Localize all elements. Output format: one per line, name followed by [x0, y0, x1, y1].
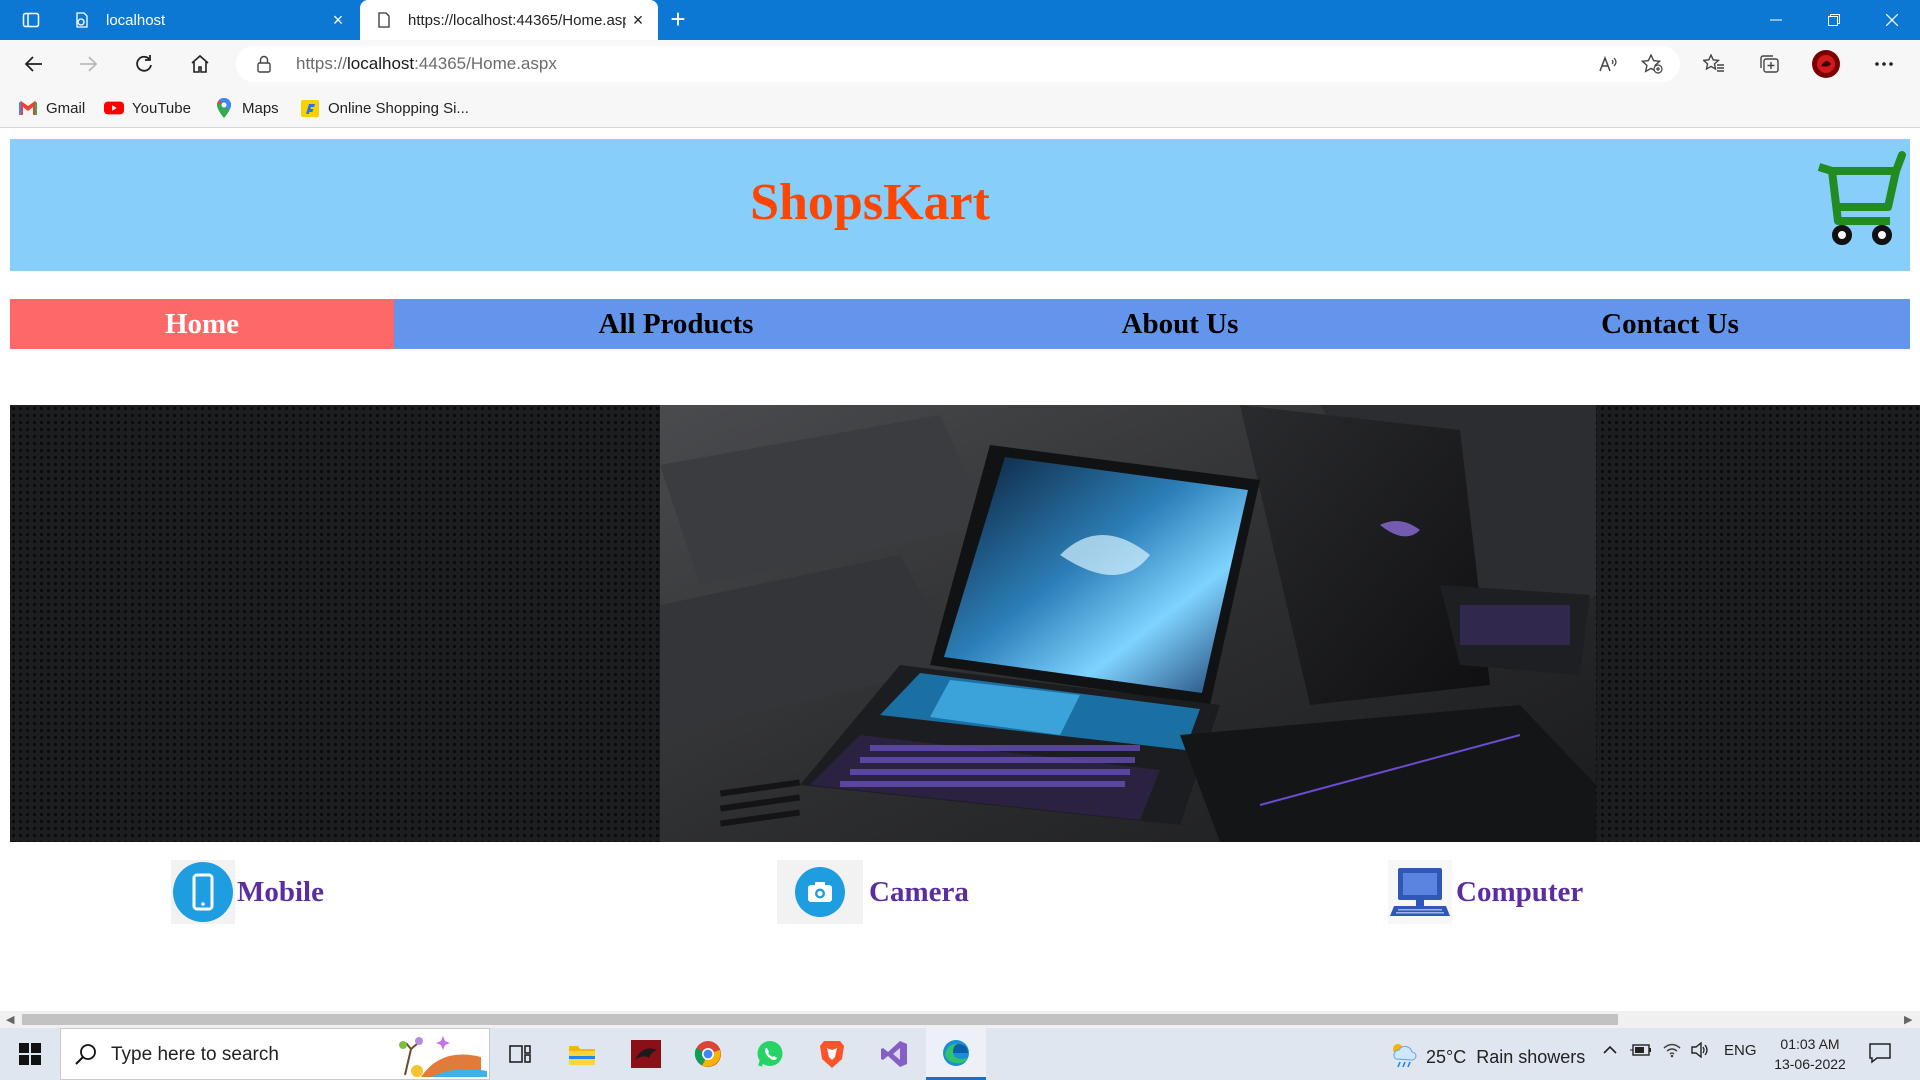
nav-item-all-products[interactable]: All Products — [394, 299, 958, 349]
maps-icon — [214, 98, 234, 118]
site-brand-title: ShopsKart — [750, 174, 990, 231]
category-computer[interactable]: Computer — [1388, 859, 1583, 925]
minimize-icon[interactable] — [1748, 0, 1804, 40]
restore-icon[interactable] — [1806, 0, 1862, 40]
browser-tab-localhost[interactable]: localhost × — [58, 0, 358, 40]
category-label: Camera — [869, 875, 969, 908]
page-favicon-icon — [376, 12, 392, 28]
bookmarks-bar: Gmail YouTube Maps Online Shopping Si... — [0, 88, 1920, 128]
speaker-icon[interactable] — [1690, 1041, 1710, 1062]
bookmark-youtube[interactable]: YouTube — [104, 96, 191, 120]
tab-actions-icon[interactable] — [14, 8, 48, 32]
brave-icon[interactable] — [802, 1028, 862, 1080]
scroll-left-icon[interactable]: ◀ — [6, 1013, 14, 1026]
close-window-icon[interactable] — [1864, 0, 1920, 40]
notifications-icon[interactable] — [1868, 1042, 1892, 1069]
scrollbar-thumb[interactable] — [22, 1014, 1618, 1025]
edge-icon[interactable] — [926, 1028, 986, 1080]
search-icon — [75, 1043, 97, 1070]
search-highlight-illustration — [391, 1031, 487, 1080]
lock-icon[interactable] — [256, 55, 272, 78]
wifi-icon[interactable] — [1662, 1042, 1682, 1062]
add-favorite-icon[interactable] — [1634, 48, 1670, 80]
bookmark-online-shopping[interactable]: Online Shopping Si... — [300, 96, 469, 120]
category-camera[interactable]: Camera — [777, 859, 969, 925]
whatsapp-icon[interactable] — [740, 1028, 800, 1080]
chevron-up-icon[interactable] — [1602, 1042, 1618, 1062]
refresh-icon[interactable] — [126, 48, 162, 80]
close-tab-icon[interactable]: × — [326, 8, 350, 32]
home-icon[interactable] — [182, 48, 218, 80]
collections-icon[interactable] — [1752, 48, 1788, 80]
youtube-icon — [104, 98, 124, 118]
camera-icon — [777, 860, 863, 924]
rain-cloud-icon — [1390, 1042, 1418, 1073]
shopping-cart-icon[interactable] — [1816, 149, 1906, 254]
browser-toolbar: https://localhost:44365/Home.aspx — [0, 40, 1920, 88]
favorites-icon[interactable] — [1696, 48, 1732, 80]
visual-studio-icon[interactable] — [864, 1028, 924, 1080]
mobile-icon — [171, 860, 235, 924]
weather-widget[interactable]: 25°C Rain showers — [1390, 1042, 1585, 1073]
horizontal-scrollbar[interactable]: ◀ ▶ — [0, 1011, 1920, 1028]
category-mobile[interactable]: Mobile — [171, 859, 324, 925]
bookmark-maps[interactable]: Maps — [214, 96, 279, 120]
url-text: https://localhost:44365/Home.aspx — [296, 54, 557, 73]
chrome-icon[interactable] — [678, 1028, 738, 1080]
category-strip: Mobile Camera Computer — [0, 859, 1920, 939]
browser-tab-home[interactable]: https://localhost:44365/Home.aspx × — [360, 0, 658, 40]
clock-time: 01:03 AM — [1780, 1036, 1840, 1052]
page-favicon-icon — [74, 12, 90, 28]
category-label: Mobile — [237, 875, 324, 908]
scroll-right-icon[interactable]: ▶ — [1904, 1013, 1912, 1026]
flipkart-icon — [300, 98, 320, 118]
nav-item-about-us[interactable]: About Us — [960, 299, 1400, 349]
tab-title: https://localhost:44365/Home.aspx — [408, 11, 626, 29]
new-tab-button[interactable]: + — [664, 6, 692, 34]
back-arrow-icon[interactable] — [16, 48, 52, 80]
read-aloud-icon[interactable] — [1590, 48, 1626, 80]
app-icon-game[interactable] — [616, 1028, 676, 1080]
site-header: ShopsKart — [10, 139, 1910, 271]
system-clock[interactable]: 01:03 AM 13-06-2022 — [1760, 1034, 1860, 1074]
file-explorer-icon[interactable] — [552, 1028, 612, 1080]
tab-title: localhost — [106, 11, 166, 29]
forward-arrow-icon[interactable] — [70, 48, 106, 80]
category-label: Computer — [1456, 875, 1584, 908]
weather-temp: 25°C — [1426, 1047, 1467, 1067]
close-tab-icon[interactable]: × — [626, 8, 650, 32]
bookmark-gmail[interactable]: Gmail — [18, 96, 85, 120]
battery-icon[interactable] — [1630, 1042, 1652, 1062]
more-options-icon[interactable] — [1866, 48, 1902, 80]
nav-item-contact-us[interactable]: Contact Us — [1450, 299, 1890, 349]
clock-date: 13-06-2022 — [1774, 1056, 1846, 1072]
language-indicator[interactable]: ENG — [1724, 1042, 1757, 1059]
laptop-hero-image — [660, 405, 1596, 842]
address-bar[interactable]: https://localhost:44365/Home.aspx — [236, 46, 1680, 82]
web-page: ShopsKart Home All Products About Us Con… — [0, 129, 1920, 1011]
browser-tab-strip: localhost × https://localhost:44365/Home… — [0, 0, 1920, 40]
windows-taskbar: Type here to search 25°C Rain showers EN… — [0, 1028, 1920, 1080]
nav-item-home[interactable]: Home — [10, 299, 394, 349]
computer-icon — [1388, 860, 1452, 924]
profile-avatar[interactable] — [1808, 48, 1844, 80]
task-view-icon[interactable] — [490, 1028, 550, 1080]
site-nav-menu: Home All Products About Us Contact Us — [10, 299, 1910, 349]
search-placeholder: Type here to search — [111, 1044, 279, 1065]
gmail-icon — [18, 98, 38, 118]
hero-banner — [10, 405, 1920, 842]
weather-condition: Rain showers — [1476, 1047, 1586, 1067]
taskbar-search-box[interactable]: Type here to search — [60, 1028, 490, 1080]
windows-start-icon[interactable] — [0, 1028, 60, 1080]
